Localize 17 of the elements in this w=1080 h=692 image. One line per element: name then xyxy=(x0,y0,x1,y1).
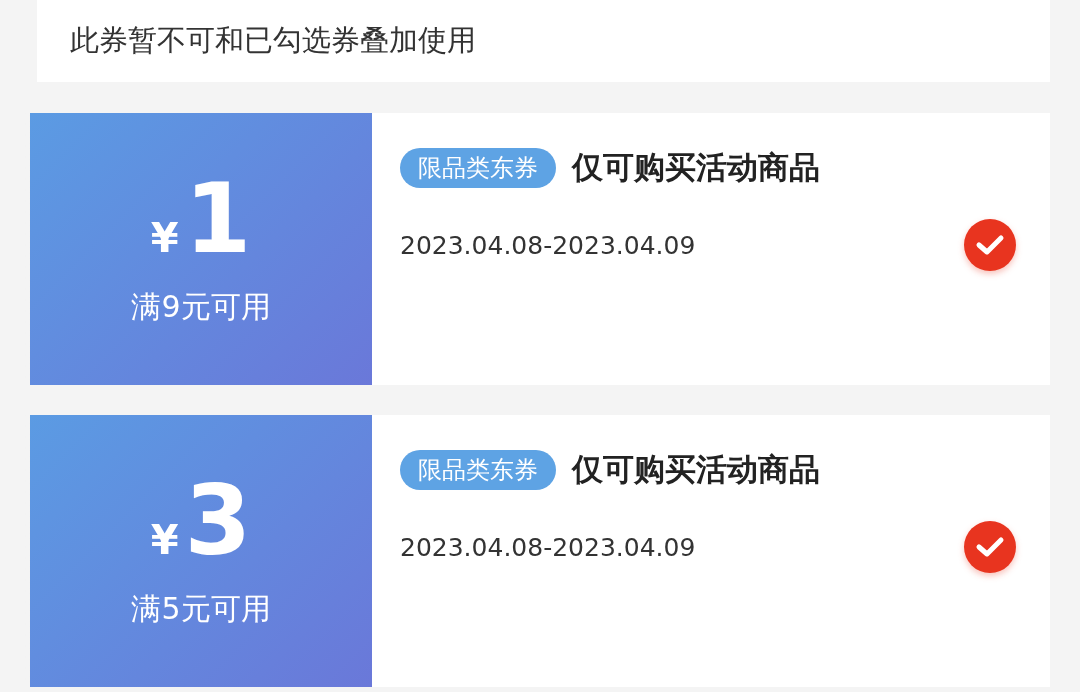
category-tag: 限品类东券 xyxy=(400,450,556,490)
coupon-amount: 1 xyxy=(184,170,252,267)
coupon-title: 仅可购买活动商品 xyxy=(572,450,820,489)
checkbox-icon[interactable] xyxy=(964,219,1016,271)
coupon-title: 仅可购买活动商品 xyxy=(572,148,820,187)
checkbox-icon[interactable] xyxy=(964,521,1016,573)
coupon-card[interactable]: ¥3 满5元可用 限品类东券 仅可购买活动商品 2023.04.08-2023.04.09 xyxy=(30,415,1050,687)
validity-dates: 2023.04.08-2023.04.09 xyxy=(400,230,696,260)
coupon-card[interactable]: ¥1 满9元可用 限品类东券 仅可购买活动商品 2023.04.08-2023.04.09 xyxy=(30,113,1050,385)
category-tag: 限品类东券 xyxy=(400,148,556,188)
validity-dates: 2023.04.08-2023.04.09 xyxy=(400,532,696,562)
notice-text: 此券暂不可和已勾选券叠加使用 xyxy=(70,22,476,59)
coupon-condition: 满9元可用 xyxy=(131,287,271,326)
currency-symbol: ¥ xyxy=(150,516,179,563)
currency-symbol: ¥ xyxy=(150,214,179,261)
coupon-condition: 满5元可用 xyxy=(131,589,271,628)
coupon-amount: 3 xyxy=(184,472,252,569)
